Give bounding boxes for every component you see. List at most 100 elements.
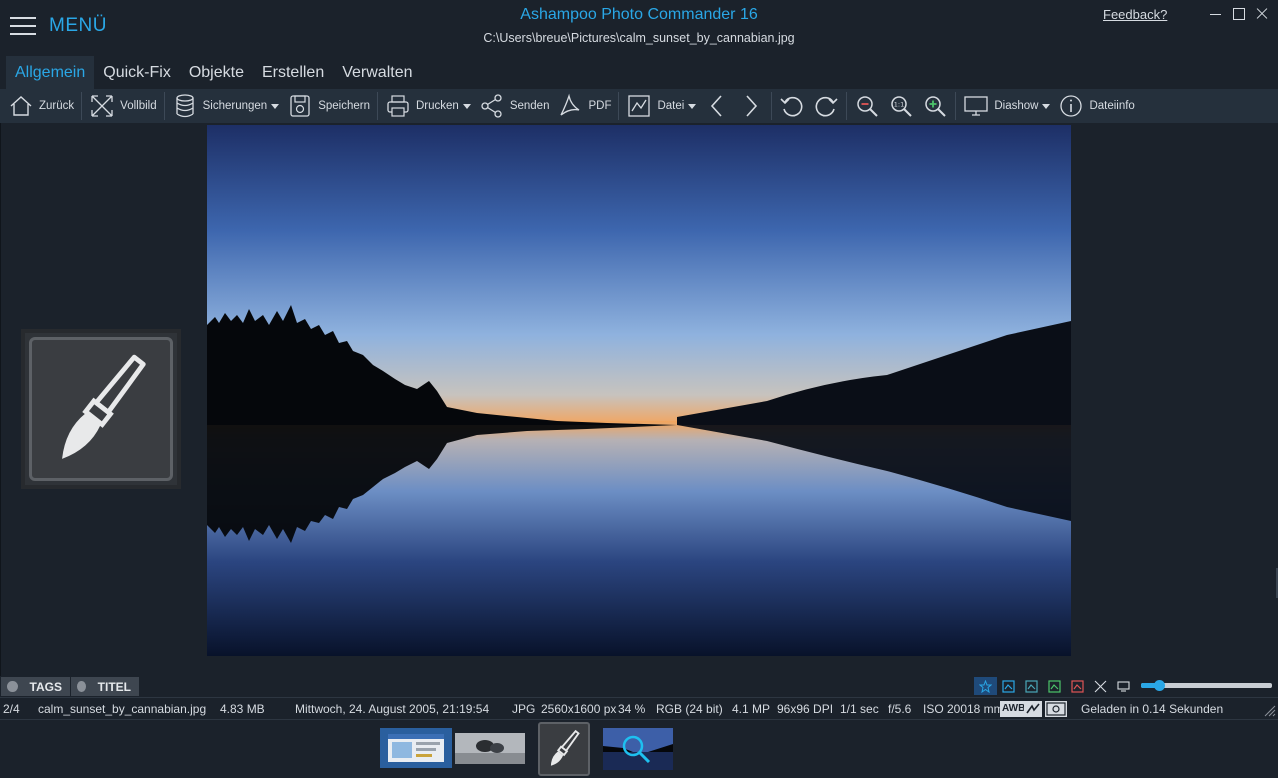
menu-button[interactable]: MENÜ [49, 15, 107, 37]
filter-image-blue-button[interactable] [997, 677, 1020, 695]
file-label: Datei [657, 100, 685, 112]
zoom-in-button[interactable] [918, 91, 952, 121]
pdf-label: PDF [588, 100, 612, 112]
brush-tile-frame [29, 337, 173, 481]
save-button[interactable]: Speichern [283, 91, 374, 121]
slideshow-label: Diashow [994, 100, 1039, 112]
rotate-left-button[interactable] [775, 91, 809, 121]
pdf-icon [560, 93, 580, 116]
flash-off-icon [1026, 703, 1040, 714]
sunset-lake-image [207, 125, 1071, 656]
toolbar: Zurück Vollbild Sicherungen Speichern Dr… [0, 89, 1278, 123]
print-label: Drucken [415, 100, 459, 112]
back-button[interactable]: Zurück [4, 91, 78, 121]
fileinfo-button[interactable]: Dateiinfo [1054, 91, 1138, 121]
metering-badge [1045, 701, 1067, 717]
thumbnail-brush-selected[interactable] [538, 722, 590, 776]
database-icon [175, 94, 194, 118]
tab-erstellen[interactable]: Erstellen [253, 56, 333, 89]
thumbnail-photo-2[interactable] [455, 733, 525, 764]
share-icon [481, 94, 502, 118]
status-zoom: 34 % [618, 702, 646, 716]
backups-label: Sicherungen [202, 100, 268, 112]
close-button[interactable] [1251, 5, 1273, 23]
printer-icon [387, 95, 409, 117]
file-icon [628, 95, 651, 117]
filter-image-teal-button[interactable] [1020, 677, 1043, 695]
tags-label: TAGS [29, 679, 62, 694]
image-icon [1025, 679, 1038, 693]
zoom-out-button[interactable] [850, 91, 884, 121]
filter-image-red-button[interactable] [1066, 677, 1089, 695]
image-viewer[interactable] [0, 123, 1278, 676]
zoom-out-icon [857, 96, 879, 117]
hamburger-menu-icon[interactable] [10, 15, 38, 37]
slideshow-button[interactable]: Diashow [959, 91, 1054, 121]
thumbnail-size-slider[interactable] [1141, 680, 1272, 691]
image-icon [1071, 679, 1084, 693]
thumbnail-sunset-search[interactable] [603, 728, 673, 770]
zoom-1-to-1-icon: 1:1 [891, 96, 913, 117]
tab-objekte[interactable]: Objekte [180, 56, 253, 89]
metering-icon [1046, 702, 1066, 716]
view-filter-bar [974, 677, 1135, 695]
thumbnail-photo-2-image [455, 733, 525, 764]
minimize-button[interactable] [1205, 5, 1227, 23]
backups-button[interactable]: Sicherungen [168, 91, 284, 121]
maximize-button[interactable] [1228, 5, 1250, 23]
status-dimensions: 2560x1600 px [541, 702, 617, 716]
send-button[interactable]: Senden [475, 91, 554, 121]
tab-verwalten[interactable]: Verwalten [333, 56, 421, 89]
save-label: Speichern [318, 100, 370, 112]
toolbar-divider [955, 92, 957, 120]
fullscreen-label: Vollbild [120, 100, 157, 112]
zoom-in-icon [925, 96, 947, 117]
chevron-left-icon [711, 95, 722, 117]
status-exposure: 1/1 sec [840, 702, 879, 716]
fullscreen-button[interactable]: Vollbild [85, 91, 160, 121]
toolbar-divider [771, 92, 773, 120]
chevron-down-icon [688, 103, 697, 109]
file-button[interactable]: Datei [622, 91, 700, 121]
toolbar-divider [846, 92, 848, 120]
resize-grip-icon[interactable] [1262, 703, 1276, 717]
filter-image-green-button[interactable] [1043, 677, 1066, 695]
toolbar-divider [376, 92, 378, 120]
title-bar: MENÜ Ashampoo Photo Commander 16 C:\User… [0, 0, 1278, 56]
tab-quick-fix[interactable]: Quick-Fix [94, 56, 180, 89]
print-button[interactable]: Drucken [381, 91, 475, 121]
flash-badge [1024, 701, 1042, 717]
monitor-small-button[interactable] [1112, 677, 1135, 695]
toolbar-divider [163, 92, 165, 120]
feedback-link[interactable]: Feedback? [1103, 7, 1167, 22]
pdf-button[interactable]: PDF [553, 91, 615, 121]
send-label: Senden [509, 100, 550, 112]
app-window: MENÜ Ashampoo Photo Commander 16 C:\User… [0, 0, 1278, 778]
title-label: TITEL [97, 679, 131, 694]
chevron-down-icon [462, 103, 471, 109]
ribbon-tabs: Allgemein Quick-Fix Objekte Erstellen Ve… [6, 56, 421, 89]
title-tab[interactable]: TITEL [71, 677, 139, 696]
fullscreen-small-button[interactable] [1089, 677, 1112, 695]
main-photo[interactable] [207, 125, 1071, 656]
previous-button[interactable] [700, 91, 734, 121]
status-color: RGB (24 bit) [656, 702, 723, 716]
tags-dot-icon [7, 681, 18, 692]
filter-star-button[interactable] [974, 677, 997, 695]
file-path: C:\Users\breue\Pictures\calm_sunset_by_c… [483, 31, 795, 45]
zoom-actual-size-button[interactable]: 1:1 [884, 91, 918, 121]
edit-brush-tile[interactable] [21, 329, 181, 489]
thumbnail-screenshot[interactable] [380, 728, 452, 768]
rotate-right-button[interactable] [809, 91, 843, 121]
image-icon [1002, 679, 1015, 693]
chevron-down-icon [1042, 103, 1051, 109]
image-icon [1048, 679, 1061, 693]
tags-tab[interactable]: TAGS [1, 677, 70, 696]
fullscreen-icon [91, 95, 113, 117]
tab-allgemein[interactable]: Allgemein [6, 56, 95, 89]
next-button[interactable] [734, 91, 768, 121]
title-dot-icon [77, 681, 86, 692]
status-dpi: 96x96 DPI [777, 702, 834, 716]
image-index: 2/4 [3, 702, 20, 716]
chevron-down-icon [271, 103, 280, 109]
